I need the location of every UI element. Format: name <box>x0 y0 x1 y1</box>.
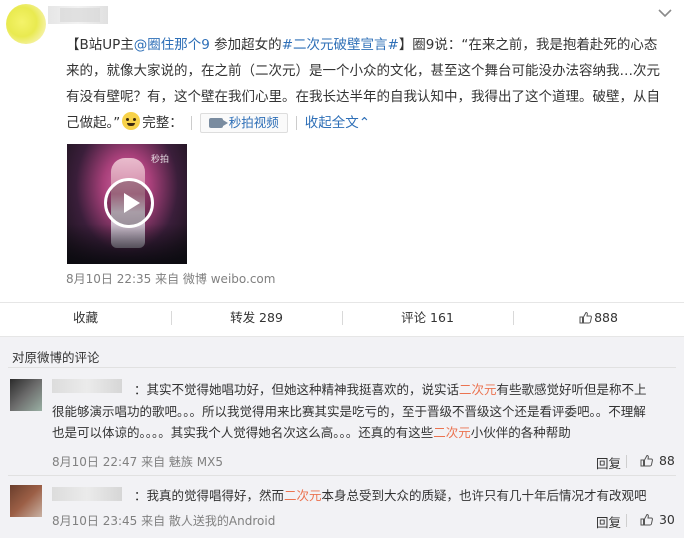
collect-label: 收藏 <box>72 310 98 325</box>
post-text-part: 参加超女的 <box>209 37 282 53</box>
comment-text-part: ：其实不觉得她唱功好，但她这种精神我挺喜欢的，说实话 <box>134 382 460 397</box>
like-count: 888 <box>594 310 618 325</box>
comments-header: 对原微博的评论 <box>12 350 100 365</box>
author-name-blur-overlay <box>60 8 100 22</box>
reply-button[interactable]: 回复 <box>596 453 621 472</box>
post-action-bar: 收藏 转发 289 评论 161 888 <box>0 302 684 332</box>
commenter-avatar[interactable] <box>10 485 42 517</box>
commenter-avatar[interactable] <box>10 379 42 411</box>
post-text-part: 【B站UP主 <box>66 37 134 53</box>
like-button[interactable]: 888 <box>513 303 684 332</box>
repost-button[interactable]: 转发 289 <box>171 303 342 332</box>
video-link-label: 秒拍视频 <box>228 115 279 130</box>
chevron-up-icon: ⌃ <box>358 115 371 131</box>
mention-link[interactable]: @圈住那个9 <box>134 37 210 53</box>
comment-text-part: 本身总受到大众的质疑，也许只有几十年后情况才有改观吧 <box>321 488 647 503</box>
author-avatar[interactable] <box>6 4 46 44</box>
hashtag-link[interactable]: #二次元破壁宣言# <box>282 37 399 53</box>
comment-button[interactable]: 评论 161 <box>342 303 513 332</box>
repost-label: 转发 289 <box>230 310 283 325</box>
comments-section: 对原微博的评论 ：其实不觉得她唱功好，但她这种精神我挺喜欢的，说实话二次元有些歌… <box>0 336 684 538</box>
comment-like-count: 30 <box>658 512 675 527</box>
collect-button[interactable]: 收藏 <box>0 303 171 332</box>
chevron-down-icon[interactable] <box>656 6 674 20</box>
divider <box>8 367 676 368</box>
divider <box>295 116 297 130</box>
thumbs-up-icon <box>579 311 593 324</box>
comment-text-part: ：我真的觉得唱得好，然而 <box>134 488 285 503</box>
keyword-highlight: 二次元 <box>284 488 322 503</box>
reply-button[interactable]: 回复 <box>596 512 621 531</box>
comment-meta: 8月10日 22:47 来自 魅族 MX5 <box>52 455 223 469</box>
comment-text: ：我真的觉得唱得好，然而二次元本身总受到大众的质疑，也许只有几十年后情况才有改观… <box>52 485 652 507</box>
comment-text: ：其实不觉得她唱功好，但她这种精神我挺喜欢的，说实话二次元有些歌感觉好听但是称不… <box>52 379 652 444</box>
thumbs-up-icon <box>640 454 653 467</box>
collapse-full-text-label: 收起全文 <box>304 115 359 131</box>
post-text: 【B站UP主@圈住那个9 参加超女的#二次元破壁宣言#】圈9说：“在来之前，我是… <box>66 32 670 136</box>
video-camera-icon <box>208 118 228 128</box>
comment-meta: 8月10日 23:45 来自 散人送我的Android <box>52 514 276 528</box>
divider <box>626 455 627 468</box>
divider <box>626 514 627 527</box>
keyword-highlight: 二次元 <box>433 425 471 440</box>
stage-shadow <box>67 224 187 264</box>
thumbs-up-icon <box>640 513 653 526</box>
video-link-button[interactable]: 秒拍视频 <box>199 113 288 133</box>
emoji-icon <box>122 112 141 130</box>
weibo-post: 【B站UP主@圈住那个9 参加超女的#二次元破壁宣言#】圈9说：“在来之前，我是… <box>0 0 684 298</box>
comment-text-part: 小伙伴的各种帮助 <box>470 425 571 440</box>
play-icon[interactable] <box>104 178 154 228</box>
comment-like-count: 88 <box>658 453 675 468</box>
divider <box>8 475 676 476</box>
comment-like-button[interactable]: 30 <box>640 512 675 527</box>
comment-like-button[interactable]: 88 <box>640 453 675 468</box>
keyword-highlight: 二次元 <box>459 382 497 397</box>
video-logo: 秒拍 <box>151 155 170 165</box>
divider <box>190 116 192 130</box>
collapse-full-text-link[interactable]: 收起全文⌃ <box>305 115 370 131</box>
post-meta: 8月10日 22:35 来自 微博 weibo.com <box>66 272 276 286</box>
comment-label: 评论 161 <box>401 310 454 325</box>
post-text-part: 完整： <box>142 115 183 131</box>
